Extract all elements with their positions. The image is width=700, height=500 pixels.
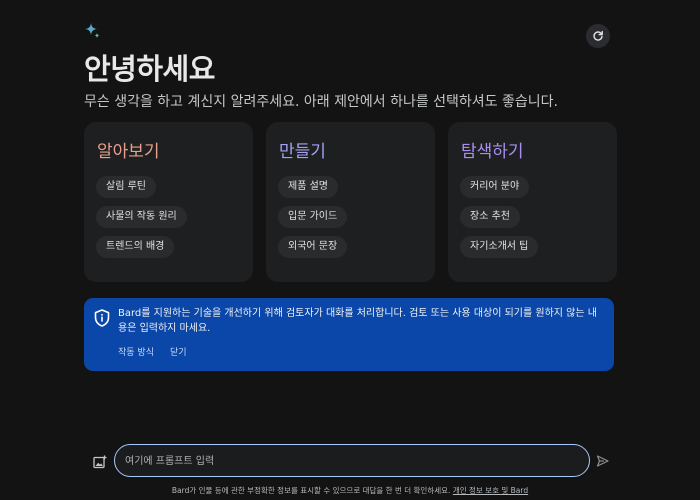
footer-text: Bard가 인물 등에 관한 부정확한 정보를 표시할 수 있으므로 대답을 한… bbox=[171, 486, 451, 495]
add-image-icon bbox=[93, 455, 107, 469]
page-subtitle: 무슨 생각을 하고 계신지 알려주세요. 아래 제안에서 하나를 선택하셔도 좋… bbox=[84, 94, 558, 110]
prompt-input[interactable] bbox=[125, 452, 575, 470]
footer-disclaimer: Bard가 인물 등에 관한 부정확한 정보를 표시할 수 있으므로 대답을 한… bbox=[0, 485, 700, 496]
card-title: 탐색하기 bbox=[461, 142, 524, 162]
suggestion-chip[interactable]: 사물의 작동 원리 bbox=[96, 206, 187, 228]
notice-text: Bard를 지원하는 기술을 개선하기 위해 검토자가 대화를 처리합니다. 검… bbox=[118, 308, 597, 334]
how-it-works-link[interactable]: 작동 방식 bbox=[118, 345, 154, 358]
privacy-link[interactable]: 개인 정보 보호 및 Bard bbox=[453, 486, 528, 495]
sparkle-icon bbox=[84, 22, 102, 40]
card-explore: 탐색하기 커리어 분야 장소 추천 자기소개서 팁 bbox=[448, 122, 617, 282]
card-title: 알아보기 bbox=[97, 142, 160, 162]
card-create: 만들기 제품 설명 입문 가이드 외국어 문장 bbox=[266, 122, 435, 282]
suggestion-chip[interactable]: 입문 가이드 bbox=[278, 206, 348, 228]
suggestion-cards: 알아보기 살림 루틴 사물의 작동 원리 트렌드의 배경 만들기 제품 설명 입… bbox=[84, 122, 617, 282]
bard-page: 안녕하세요 무슨 생각을 하고 계신지 알려주세요. 아래 제안에서 하나를 선… bbox=[0, 0, 700, 500]
privacy-notice: Bard를 지원하는 기술을 개선하기 위해 검토자가 대화를 처리합니다. 검… bbox=[84, 298, 614, 371]
page-title: 안녕하세요 bbox=[84, 52, 215, 86]
prompt-box bbox=[114, 444, 590, 477]
suggestion-chip[interactable]: 장소 추천 bbox=[460, 206, 520, 228]
suggestion-chip[interactable]: 외국어 문장 bbox=[278, 236, 348, 258]
card-title: 만들기 bbox=[279, 142, 326, 162]
send-icon bbox=[596, 455, 609, 467]
suggestion-chip[interactable]: 제품 설명 bbox=[278, 176, 338, 198]
suggestion-chip[interactable]: 살림 루틴 bbox=[96, 176, 156, 198]
card-learn: 알아보기 살림 루틴 사물의 작동 원리 트렌드의 배경 bbox=[84, 122, 253, 282]
refresh-button[interactable] bbox=[586, 24, 610, 48]
suggestion-chip[interactable]: 커리어 분야 bbox=[460, 176, 530, 198]
refresh-icon bbox=[592, 27, 604, 46]
send-button[interactable] bbox=[596, 453, 610, 467]
add-image-button[interactable] bbox=[93, 454, 107, 469]
suggestion-chip[interactable]: 트렌드의 배경 bbox=[96, 236, 175, 258]
suggestion-chip[interactable]: 자기소개서 팁 bbox=[460, 236, 539, 258]
close-notice-link[interactable]: 닫기 bbox=[170, 345, 187, 358]
shield-icon bbox=[94, 309, 110, 327]
